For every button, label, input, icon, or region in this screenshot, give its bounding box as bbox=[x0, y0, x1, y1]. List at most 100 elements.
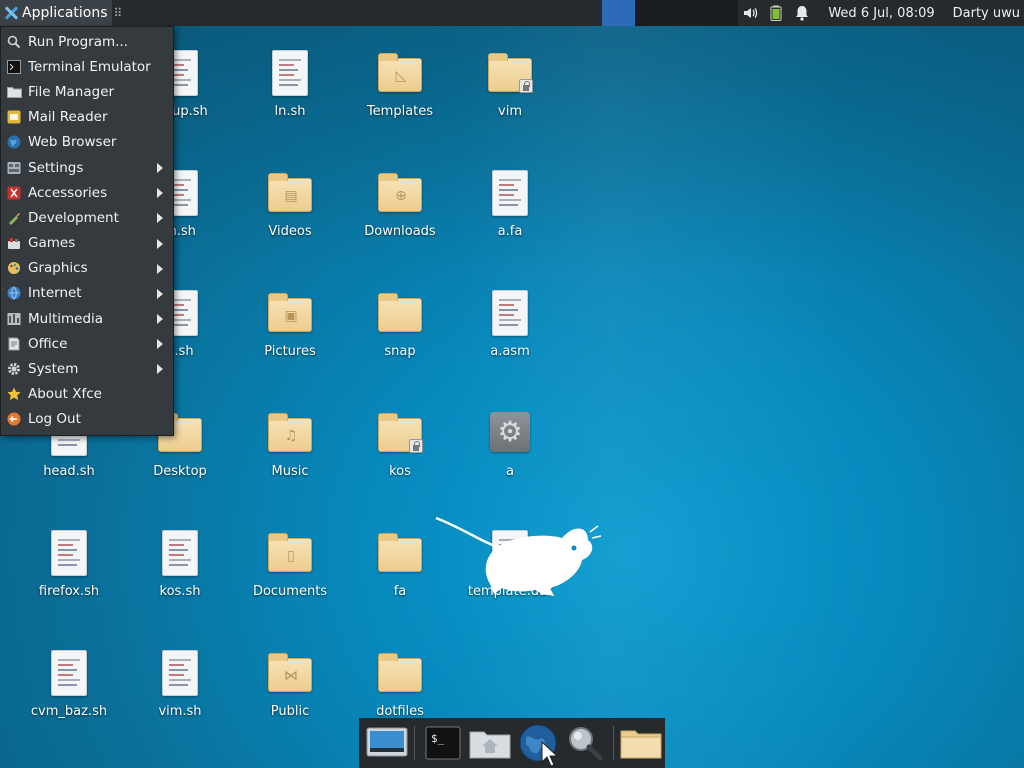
desktop-folder[interactable]: ▤ Videos bbox=[235, 170, 345, 270]
menu-item-development[interactable]: Development bbox=[1, 205, 173, 230]
terminal-launcher[interactable]: $_ bbox=[419, 719, 466, 767]
desktop-icon-label: vim bbox=[498, 104, 522, 119]
workspace-switcher[interactable] bbox=[602, 0, 738, 26]
desktop-folder[interactable]: ⊕ Downloads bbox=[345, 170, 455, 270]
workspace-1[interactable] bbox=[602, 0, 636, 26]
desktop-file[interactable]: firefox.sh bbox=[14, 530, 124, 630]
text-file-icon bbox=[486, 530, 534, 578]
text-file-icon bbox=[45, 650, 93, 698]
desktop-file[interactable]: cvm_baz.sh bbox=[14, 650, 124, 750]
volume-icon[interactable] bbox=[742, 5, 758, 21]
show-desktop-button[interactable] bbox=[363, 719, 410, 767]
menu-item-multimedia[interactable]: Multimedia bbox=[1, 306, 173, 331]
folder-icon bbox=[6, 84, 22, 100]
desktop-file[interactable]: kos.sh bbox=[125, 530, 235, 630]
submenu-arrow-icon bbox=[157, 364, 163, 375]
menu-item-file-manager[interactable]: File Manager bbox=[1, 79, 173, 104]
desktop-icon-label: kos.sh bbox=[159, 584, 201, 599]
menu-item-terminal-emulator[interactable]: Terminal Emulator bbox=[1, 54, 173, 79]
menu-item-accessories[interactable]: Accessories bbox=[1, 180, 173, 205]
menu-item-graphics[interactable]: Graphics bbox=[1, 256, 173, 281]
menu-item-office[interactable]: Office bbox=[1, 331, 173, 356]
desktop-file[interactable]: vim.sh bbox=[125, 650, 235, 750]
desktop-icon-label: template.dat bbox=[467, 584, 553, 599]
menu-item-run-program[interactable]: Run Program... bbox=[1, 29, 173, 54]
submenu-arrow-icon bbox=[157, 162, 163, 173]
folder-icon: ▯ bbox=[266, 530, 314, 578]
folder-icon bbox=[376, 530, 424, 578]
multimedia-icon bbox=[6, 311, 22, 327]
menu-item-mail-reader[interactable]: Mail Reader bbox=[1, 105, 173, 130]
desktop-icon-label: a.fa bbox=[497, 224, 523, 239]
search-icon bbox=[6, 34, 22, 50]
user-menu[interactable]: Darty uwu bbox=[953, 6, 1020, 21]
battery-icon[interactable] bbox=[768, 5, 784, 21]
menu-item-label: Games bbox=[28, 235, 76, 252]
accessories-icon bbox=[6, 185, 22, 201]
menu-item-label: Development bbox=[28, 209, 119, 226]
workspace-2[interactable] bbox=[636, 0, 670, 26]
menu-item-label: Settings bbox=[28, 159, 84, 176]
notification-bell-icon[interactable] bbox=[794, 5, 810, 21]
desktop-icon-label: Documents bbox=[252, 584, 328, 599]
settings-icon bbox=[6, 160, 22, 176]
desktop-file[interactable]: ⚙ a bbox=[455, 410, 565, 510]
desktop-icon-label: kos bbox=[389, 464, 411, 479]
panel-handle-icon[interactable]: ⠿ bbox=[114, 6, 123, 20]
desktop-file[interactable]: a.fa bbox=[455, 170, 565, 270]
text-file-icon bbox=[486, 170, 534, 218]
menu-item-internet[interactable]: Internet bbox=[1, 281, 173, 306]
desktop-folder[interactable]: vim bbox=[455, 50, 565, 150]
submenu-arrow-icon bbox=[157, 263, 163, 274]
text-file-icon bbox=[266, 50, 314, 98]
submenu-arrow-icon bbox=[157, 213, 163, 224]
desktop-icon-label: Templates bbox=[366, 104, 434, 119]
desktop-folder[interactable]: ♫ Music bbox=[235, 410, 345, 510]
top-panel: Applications ⠿ Wed 6 Jul, 08:09 Darty uw… bbox=[0, 0, 1024, 26]
menu-item-label: Office bbox=[28, 335, 68, 352]
desktop-icon-label: a bbox=[506, 464, 514, 479]
desktop-folder[interactable]: snap bbox=[345, 290, 455, 390]
menu-item-label: Web Browser bbox=[28, 134, 117, 151]
desktop-folder[interactable]: fa bbox=[345, 530, 455, 630]
desktop-folder[interactable]: ▣ Pictures bbox=[235, 290, 345, 390]
desktop-file[interactable]: template.dat bbox=[455, 530, 565, 630]
desktop-folder[interactable]: ▯ Documents bbox=[235, 530, 345, 630]
folder-icon bbox=[486, 50, 534, 98]
gear-icon bbox=[6, 361, 22, 377]
workspace-3[interactable] bbox=[670, 0, 704, 26]
file-manager-launcher[interactable] bbox=[618, 719, 665, 767]
clock[interactable]: Wed 6 Jul, 08:09 bbox=[828, 6, 934, 21]
menu-item-about-xfce[interactable]: About Xfce bbox=[1, 382, 173, 407]
menu-item-log-out[interactable]: Log Out bbox=[1, 407, 173, 432]
desktop-file[interactable]: a.asm bbox=[455, 290, 565, 390]
workspace-4[interactable] bbox=[704, 0, 738, 26]
desktop-file[interactable]: ln.sh bbox=[235, 50, 345, 150]
menu-item-settings[interactable]: Settings bbox=[1, 155, 173, 180]
desktop-icon-label: head.sh bbox=[43, 464, 95, 479]
desktop-folder[interactable]: ◺ Templates bbox=[345, 50, 455, 150]
menu-item-web-browser[interactable]: Web Browser bbox=[1, 130, 173, 155]
applications-menu-button[interactable]: Applications bbox=[0, 0, 112, 26]
desktop-icon-label: firefox.sh bbox=[38, 584, 100, 599]
menu-item-system[interactable]: System bbox=[1, 356, 173, 381]
home-folder-launcher[interactable] bbox=[467, 719, 514, 767]
desktop-folder[interactable]: kos bbox=[345, 410, 455, 510]
applications-menu: Run Program... Terminal Emulator File Mana… bbox=[0, 26, 174, 436]
xfce-logo-icon bbox=[4, 6, 18, 20]
svg-text:$_: $_ bbox=[431, 732, 445, 745]
star-icon bbox=[6, 386, 22, 402]
folder-icon: ▤ bbox=[266, 170, 314, 218]
folder-icon: ⋈ bbox=[266, 650, 314, 698]
menu-item-label: Run Program... bbox=[28, 33, 129, 50]
menu-item-games[interactable]: Games bbox=[1, 231, 173, 256]
menu-item-label: Mail Reader bbox=[28, 109, 108, 126]
menu-item-label: Internet bbox=[28, 285, 82, 302]
desktop-icon-label: Desktop bbox=[153, 464, 207, 479]
app-finder-launcher[interactable] bbox=[561, 719, 608, 767]
folder-icon bbox=[376, 650, 424, 698]
desktop-icon-label: a.asm bbox=[490, 344, 530, 359]
desktop-icon-label: Music bbox=[271, 464, 309, 479]
desktop-icon-label: vim.sh bbox=[158, 704, 202, 719]
desktop-folder[interactable]: ⋈ Public bbox=[235, 650, 345, 750]
